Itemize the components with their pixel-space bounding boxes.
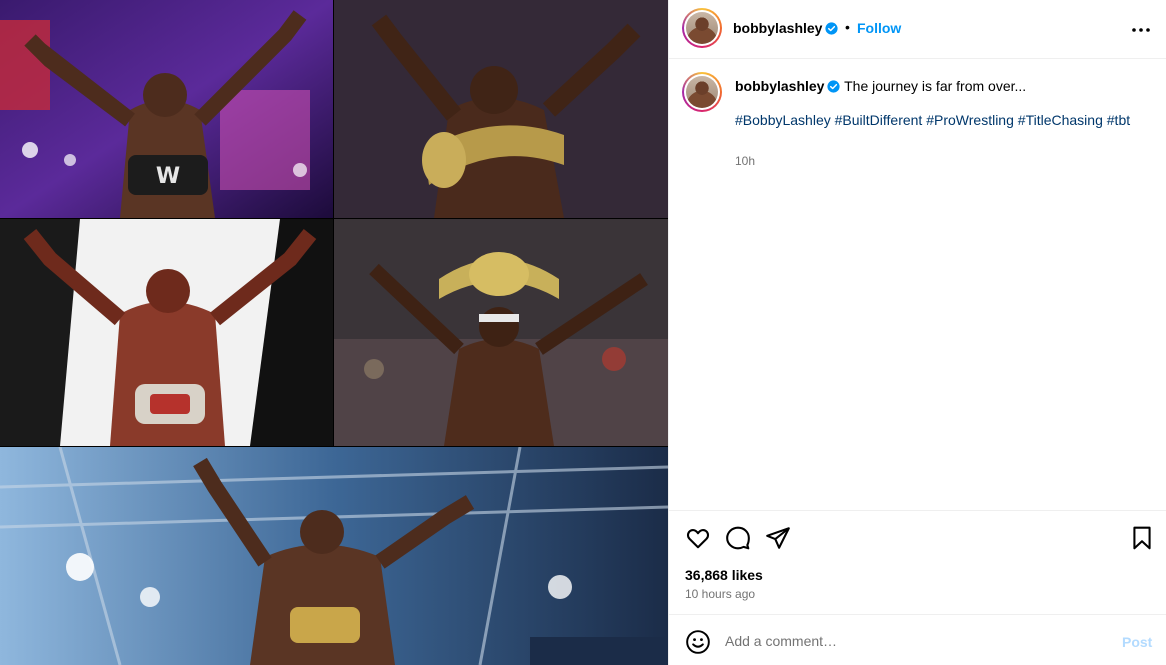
- caption-author-avatar[interactable]: [682, 72, 722, 112]
- collage-photo-5: [0, 447, 668, 665]
- post-header: bobbylashley • Follow: [669, 0, 1166, 59]
- heart-icon[interactable]: [685, 525, 711, 551]
- svg-text:W: W: [156, 164, 180, 189]
- hashtag-link[interactable]: #ProWrestling: [926, 112, 1014, 128]
- hashtag-link[interactable]: #TitleChasing: [1018, 112, 1103, 128]
- comment-input[interactable]: [725, 630, 1105, 652]
- more-options-icon[interactable]: [1129, 18, 1153, 42]
- bookmark-icon[interactable]: [1129, 525, 1155, 551]
- post-details-panel: bobbylashley • Follow bobbylashley The j…: [668, 0, 1166, 665]
- caption-hashtags: #BobbyLashley #BuiltDifferent #ProWrestl…: [735, 111, 1145, 129]
- post-comment-button[interactable]: Post: [1122, 634, 1152, 650]
- collage-photo-3: [0, 219, 333, 446]
- hashtag-link[interactable]: #tbt: [1107, 112, 1130, 128]
- post-timestamp[interactable]: 10 hours ago: [685, 587, 755, 601]
- caption-line: bobbylashley The journey is far from ove…: [735, 77, 1155, 95]
- caption-username[interactable]: bobbylashley: [735, 78, 824, 94]
- author-avatar[interactable]: [682, 8, 722, 48]
- author-username[interactable]: bobbylashley: [733, 20, 839, 36]
- collage-photo-4: [334, 219, 668, 446]
- post-media-collage[interactable]: W: [0, 0, 668, 665]
- comment-icon[interactable]: [725, 525, 751, 551]
- caption-timestamp[interactable]: 10h: [735, 154, 755, 168]
- header-separator: •: [845, 19, 850, 35]
- follow-button[interactable]: Follow: [857, 20, 901, 36]
- add-comment-bar: Post: [669, 614, 1166, 665]
- share-icon[interactable]: [765, 525, 791, 551]
- hashtag-link[interactable]: #BuiltDifferent: [835, 112, 923, 128]
- hashtag-link[interactable]: #BobbyLashley: [735, 112, 831, 128]
- collage-photo-2: [334, 0, 668, 218]
- caption-text: The journey is far from over...: [844, 78, 1027, 94]
- likes-count[interactable]: 36,868 likes: [685, 567, 763, 583]
- verified-badge-icon: [825, 22, 839, 35]
- post-actions-bar: 36,868 likes 10 hours ago: [669, 510, 1166, 614]
- emoji-icon[interactable]: [685, 629, 711, 655]
- verified-badge-icon: [827, 80, 841, 93]
- collage-photo-1: W: [0, 0, 333, 218]
